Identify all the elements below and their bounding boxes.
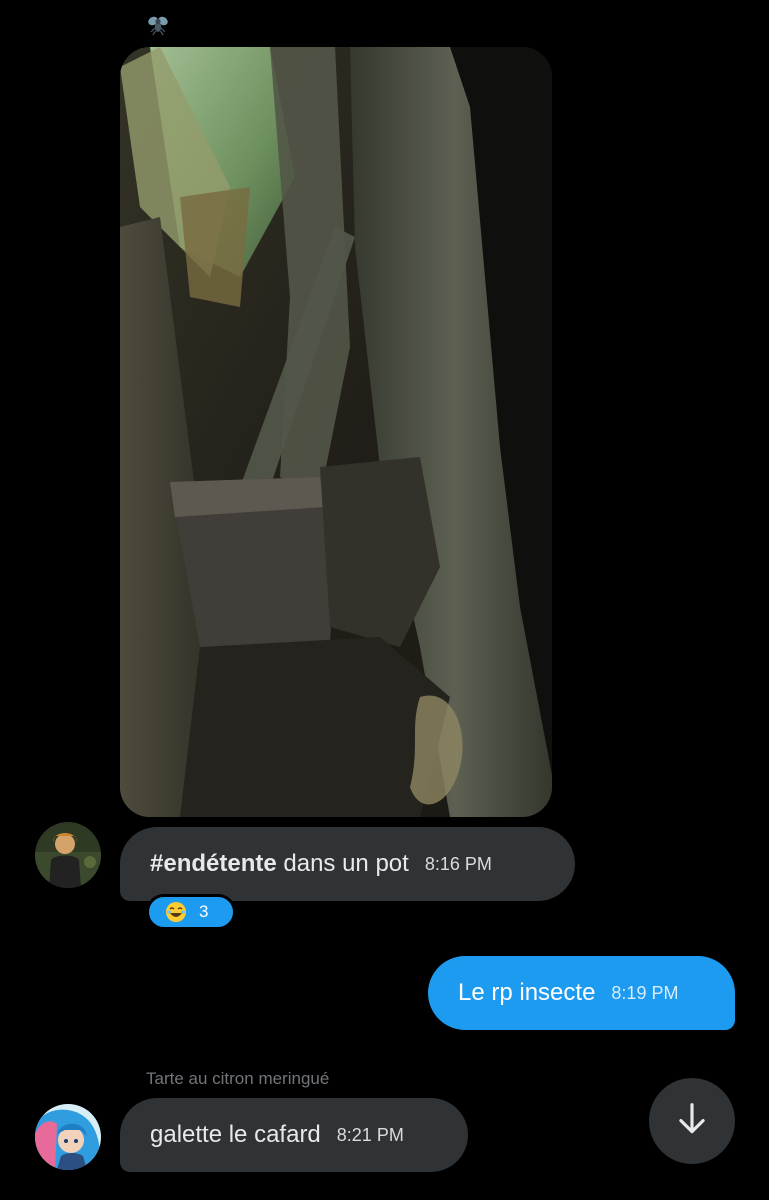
laughing-emoji-icon [165,901,187,923]
scroll-to-bottom-button[interactable] [649,1078,735,1164]
message-text: Le rp insecte [458,979,596,1006]
photo-plant-pot[interactable] [120,47,552,817]
hashtag-link[interactable]: #endétente [150,850,277,878]
message-bubble-received[interactable]: #endétente dans un pot 8:16 PM [120,827,575,901]
sender-name: Tarte au citron meringué [146,1069,330,1088]
avatar-user-2[interactable] [35,1104,101,1170]
reaction-count: 3 [199,902,209,921]
fly-icon [146,13,170,37]
message-timestamp: 8:21 PM [336,1124,404,1145]
message-timestamp: 8:19 PM [611,982,679,1003]
avatar-user-1[interactable] [35,822,101,888]
message-bubble-received[interactable]: galette le cafard 8:21 PM [120,1098,468,1172]
message-text: galette le cafard [150,1121,321,1148]
reaction-badge[interactable]: 3 [146,894,236,930]
arrow-down-icon [673,1100,711,1143]
message-timestamp: 8:16 PM [424,853,492,874]
dm-conversation: #endétente dans un pot 8:16 PM 3 Le rp i… [0,0,769,1200]
message-bubble-sent[interactable]: Le rp insecte 8:19 PM [428,956,735,1030]
message-text: dans un pot [276,850,409,877]
